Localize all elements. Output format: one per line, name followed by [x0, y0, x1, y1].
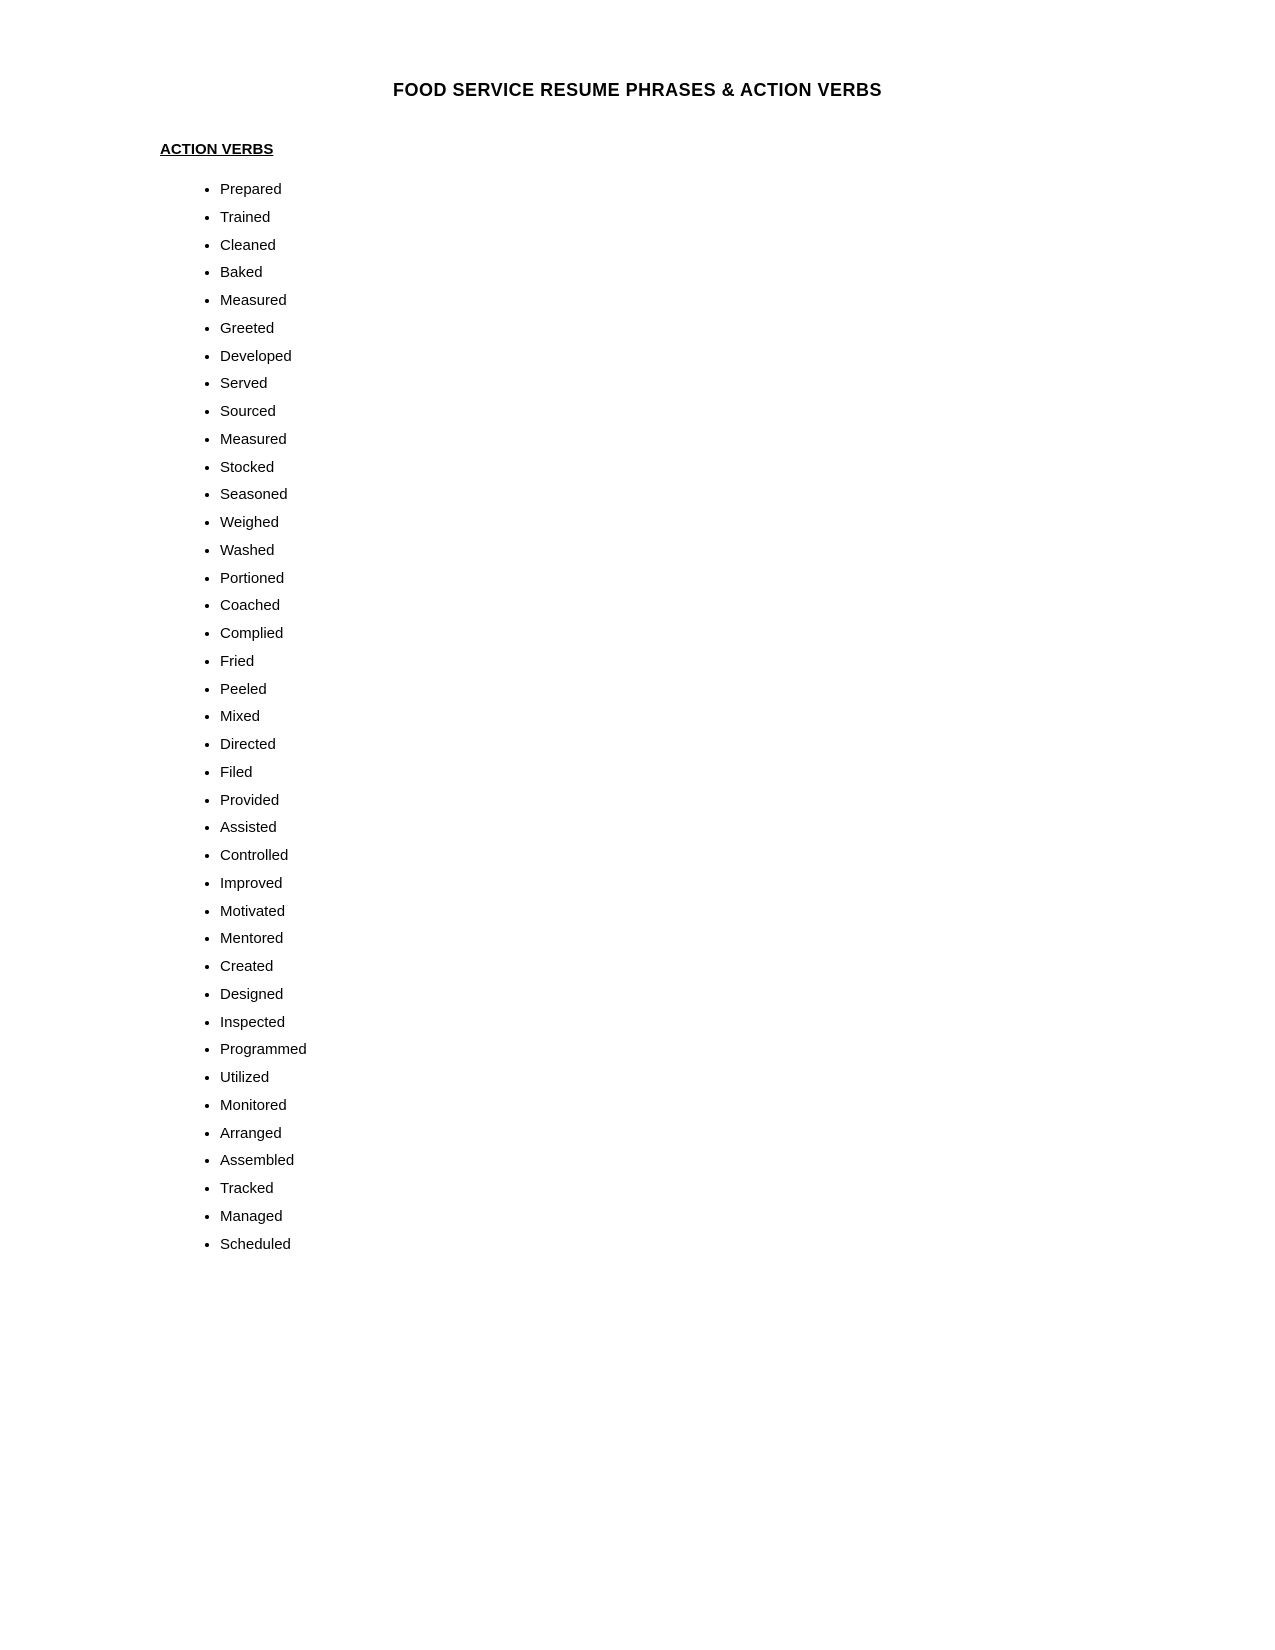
list-item: Measured	[220, 287, 1115, 315]
list-item: Sourced	[220, 398, 1115, 426]
list-item: Managed	[220, 1203, 1115, 1231]
list-item: Created	[220, 953, 1115, 981]
list-item: Developed	[220, 343, 1115, 371]
list-item: Mentored	[220, 925, 1115, 953]
page-title: FOOD SERVICE RESUME PHRASES & ACTION VER…	[160, 80, 1115, 101]
list-item: Stocked	[220, 454, 1115, 482]
list-item: Motivated	[220, 898, 1115, 926]
list-item: Greeted	[220, 315, 1115, 343]
list-item: Utilized	[220, 1064, 1115, 1092]
list-item: Seasoned	[220, 481, 1115, 509]
list-item: Designed	[220, 981, 1115, 1009]
list-item: Measured	[220, 426, 1115, 454]
list-item: Washed	[220, 537, 1115, 565]
list-item: Assisted	[220, 814, 1115, 842]
list-item: Peeled	[220, 676, 1115, 704]
list-item: Assembled	[220, 1147, 1115, 1175]
list-item: Monitored	[220, 1092, 1115, 1120]
list-item: Tracked	[220, 1175, 1115, 1203]
list-item: Trained	[220, 204, 1115, 232]
list-item: Baked	[220, 259, 1115, 287]
list-item: Directed	[220, 731, 1115, 759]
list-item: Improved	[220, 870, 1115, 898]
list-item: Coached	[220, 592, 1115, 620]
list-item: Prepared	[220, 176, 1115, 204]
list-item: Served	[220, 370, 1115, 398]
list-item: Arranged	[220, 1120, 1115, 1148]
list-item: Fried	[220, 648, 1115, 676]
list-item: Programmed	[220, 1036, 1115, 1064]
list-item: Mixed	[220, 703, 1115, 731]
list-item: Inspected	[220, 1009, 1115, 1037]
list-item: Scheduled	[220, 1231, 1115, 1259]
list-item: Weighed	[220, 509, 1115, 537]
list-item: Complied	[220, 620, 1115, 648]
list-item: Controlled	[220, 842, 1115, 870]
list-item: Filed	[220, 759, 1115, 787]
list-item: Provided	[220, 787, 1115, 815]
list-item: Portioned	[220, 565, 1115, 593]
section-heading: ACTION VERBS	[160, 141, 1115, 158]
list-item: Cleaned	[220, 232, 1115, 260]
verb-list: PreparedTrainedCleanedBakedMeasuredGreet…	[160, 176, 1115, 1258]
